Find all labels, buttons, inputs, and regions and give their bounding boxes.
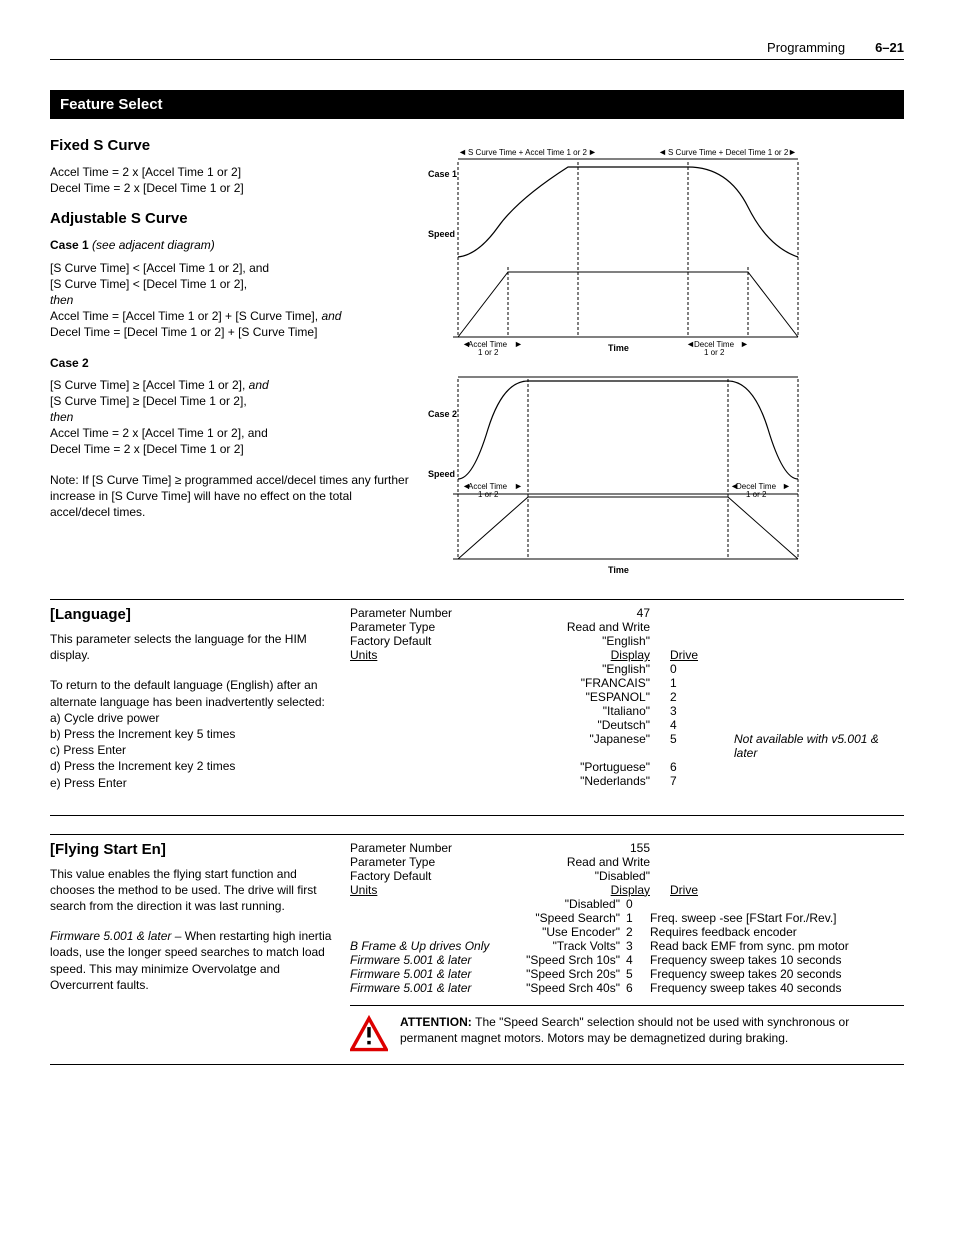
flying-start-title: [Flying Start En]	[50, 841, 340, 858]
diagrams: ◄ S Curve Time + Accel Time 1 or 2 ► ◄ S…	[428, 137, 904, 581]
svg-text:Case 2: Case 2	[428, 409, 457, 419]
svg-text:►: ►	[788, 147, 797, 157]
case-2-diagram: Case 2 Speed ◄ Accel Time ► 1 or 2 ◄ Dec…	[428, 369, 858, 579]
flying-start-option: "Speed Search"1Freq. sweep -see [FStart …	[350, 911, 904, 925]
warning-icon	[350, 1014, 388, 1054]
svg-text:►: ►	[588, 147, 597, 157]
flying-start-block: [Flying Start En] This value enables the…	[50, 834, 904, 1065]
case-1-diagram: ◄ S Curve Time + Accel Time 1 or 2 ► ◄ S…	[428, 137, 858, 367]
svg-text:S Curve Time + Decel Time 1 or: S Curve Time + Decel Time 1 or 2	[668, 148, 789, 157]
svg-text:Case 1: Case 1	[428, 169, 457, 179]
svg-text:1 or 2: 1 or 2	[704, 348, 725, 357]
adjustable-s-curve-heading: Adjustable S Curve	[50, 210, 410, 227]
svg-text:Time: Time	[608, 565, 629, 575]
case-1: Case 1 (see adjacent diagram) [S Curve T…	[50, 237, 410, 340]
page-header: Programming 6–21	[50, 40, 904, 60]
flying-start-option: Firmware 5.001 & later"Speed Srch 20s"5F…	[350, 967, 904, 981]
svg-text:►: ►	[514, 339, 523, 349]
svg-text:Speed: Speed	[428, 229, 455, 239]
header-section: Programming	[767, 40, 845, 55]
case-2: Case 2 [S Curve Time] ≥ [Accel Time 1 or…	[50, 355, 410, 458]
language-block: [Language] This parameter selects the la…	[50, 599, 904, 816]
language-option: "Italiano"3	[350, 704, 904, 718]
svg-text:◄: ◄	[458, 147, 467, 157]
language-title: [Language]	[50, 606, 340, 623]
language-option: "ESPANOL"2	[350, 690, 904, 704]
svg-text:►: ►	[782, 481, 791, 491]
header-page-num: 6–21	[875, 40, 904, 55]
flying-start-option: Firmware 5.001 & later"Speed Srch 10s"4F…	[350, 953, 904, 967]
svg-text:1 or 2: 1 or 2	[746, 490, 767, 499]
language-option: "Japanese"5Not available with v5.001 & l…	[350, 732, 904, 760]
language-option: "FRANCAIS"1	[350, 676, 904, 690]
svg-text:1 or 2: 1 or 2	[478, 490, 499, 499]
language-option: "Portuguese"6	[350, 760, 904, 774]
language-option: "Deutsch"4	[350, 718, 904, 732]
fixed-formulas: Accel Time = 2 x [Accel Time 1 or 2] Dec…	[50, 164, 410, 196]
flying-start-option: "Disabled"0	[350, 897, 904, 911]
language-option: "English"0	[350, 662, 904, 676]
svg-text:Time: Time	[608, 343, 629, 353]
svg-text:►: ►	[740, 339, 749, 349]
fixed-s-curve-heading: Fixed S Curve	[50, 137, 410, 154]
svg-text:◄: ◄	[658, 147, 667, 157]
language-option: "Nederlands"7	[350, 774, 904, 788]
svg-text:►: ►	[514, 481, 523, 491]
feature-select-bar: Feature Select	[50, 90, 904, 119]
svg-text:Speed: Speed	[428, 469, 455, 479]
flying-start-option: Firmware 5.001 & later"Speed Srch 40s"6F…	[350, 981, 904, 995]
flying-start-option: B Frame & Up drives Only"Track Volts"3Re…	[350, 939, 904, 953]
svg-text:S Curve Time + Accel Time 1 or: S Curve Time + Accel Time 1 or 2	[468, 148, 587, 157]
flying-start-option: "Use Encoder"2Requires feedback encoder	[350, 925, 904, 939]
attention-box: ATTENTION: The "Speed Search" selection …	[350, 1005, 904, 1054]
case-note: Note: If [S Curve Time] ≥ programmed acc…	[50, 472, 410, 521]
svg-text:1 or 2: 1 or 2	[478, 348, 499, 357]
